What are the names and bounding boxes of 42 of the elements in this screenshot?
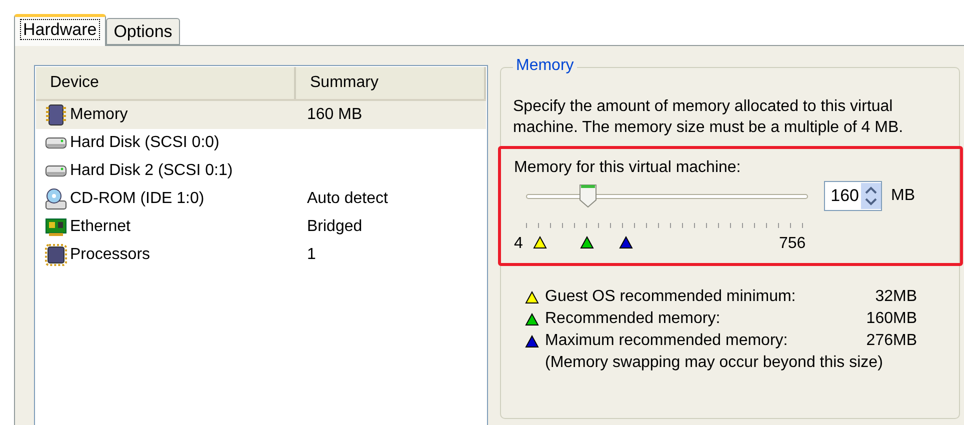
column-header[interactable]: Device xyxy=(36,67,296,99)
device-row[interactable]: Hard Disk 2 (SCSI 0:1) xyxy=(36,157,486,185)
spin-arrows-icon[interactable] xyxy=(861,183,881,209)
legend-label: Maximum recommended memory: xyxy=(545,332,789,350)
device-name: Processors xyxy=(70,246,150,264)
legend-value: 160MB xyxy=(866,310,917,328)
device-summary: 1 xyxy=(306,246,317,264)
unit-label: MB xyxy=(891,187,915,205)
device-row[interactable]: Ethernet Bridged xyxy=(36,213,486,241)
memory-spin-field[interactable]: 160 xyxy=(824,181,882,211)
device-summary: Auto detect xyxy=(306,190,389,208)
slider-thumb[interactable] xyxy=(578,183,598,209)
memory-slider[interactable] xyxy=(526,183,808,209)
device-row[interactable]: CD-ROM (IDE 1:0) Auto detect xyxy=(36,185,486,213)
memory-chip-icon xyxy=(45,104,67,126)
device-name: Hard Disk (SCSI 0:0) xyxy=(70,134,220,152)
memory-input[interactable]: 160 xyxy=(825,186,859,206)
processor-icon xyxy=(45,244,67,266)
device-row[interactable]: Memory 160 MB xyxy=(36,101,486,129)
device-name: Hard Disk 2 (SCSI 0:1) xyxy=(70,162,233,180)
legend-value: 32MB xyxy=(875,288,917,306)
tab[interactable]: Hardware xyxy=(14,14,106,46)
device-name: Memory xyxy=(70,106,128,124)
device-name: CD-ROM (IDE 1:0) xyxy=(70,190,204,208)
device-summary: 160 MB xyxy=(306,106,364,124)
device-name: Ethernet xyxy=(70,218,130,236)
swap-note: (Memory swapping may occur beyond this size) xyxy=(545,354,884,372)
slider-label: Memory for this virtual machine: xyxy=(514,159,741,176)
scale-max-label: 756 xyxy=(779,235,806,253)
device-row[interactable]: Processors 1 xyxy=(36,241,486,269)
tab[interactable]: Options xyxy=(106,18,180,45)
network-card-icon xyxy=(45,216,67,238)
legend-value: 276MB xyxy=(866,332,917,350)
description-text: Specify the amount of memory allocated to this virtual machine. The memory size must be a multiple of 4 MB. xyxy=(513,97,904,138)
scale-min-label: 4 xyxy=(514,235,523,253)
cd-drive-icon xyxy=(45,188,67,210)
legend-label: Recommended memory: xyxy=(545,310,722,328)
legend-label: Guest OS recommended minimum: xyxy=(545,288,797,306)
column-header[interactable]: Summary xyxy=(296,67,486,99)
device-summary: Bridged xyxy=(306,218,364,236)
group-title: Memory xyxy=(513,57,577,75)
device-row[interactable]: Hard Disk (SCSI 0:0) xyxy=(36,129,486,157)
